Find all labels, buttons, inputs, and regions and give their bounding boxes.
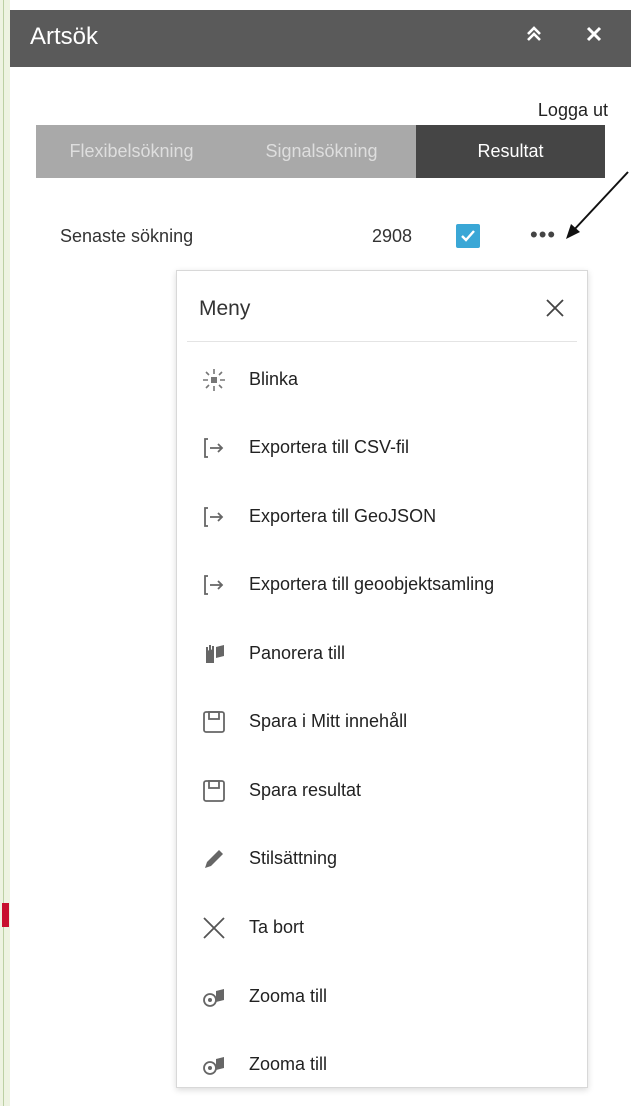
- menu-item-spara-mitt-innehall[interactable]: Spara i Mitt innehåll: [177, 697, 587, 747]
- zoom-to-icon: [199, 1050, 229, 1080]
- menu-item-label: Panorera till: [249, 643, 346, 663]
- menu-item-label: Spara i Mitt innehåll: [249, 711, 408, 731]
- menu-item-export-geoobjektsamling[interactable]: Exportera till geoobjektsamling: [177, 560, 587, 610]
- save-icon: [199, 707, 229, 737]
- menu-item-zooma-till-2[interactable]: Zooma till: [177, 1040, 587, 1090]
- save-icon: [199, 776, 229, 806]
- menu-item-spara-resultat[interactable]: Spara resultat: [177, 766, 587, 816]
- double-chevron-up-icon[interactable]: [524, 23, 544, 49]
- menu-divider: [187, 341, 577, 342]
- menu-item-label: Zooma till: [249, 1054, 328, 1074]
- tab-flexibelsokning[interactable]: Flexibelsökning: [36, 125, 227, 178]
- close-icon[interactable]: [584, 20, 604, 51]
- visibility-checkbox[interactable]: [456, 224, 480, 248]
- menu-item-label: Exportera till GeoJSON: [249, 506, 437, 526]
- menu-item-panorera[interactable]: Panorera till: [177, 629, 587, 679]
- delete-icon: [199, 913, 229, 943]
- menu-item-stilsattning[interactable]: Stilsättning: [177, 834, 587, 884]
- menu-title: Meny: [199, 297, 251, 320]
- widget-title: Artsök: [30, 23, 99, 50]
- menu-header: Meny: [177, 271, 587, 341]
- pan-icon: [199, 639, 229, 669]
- tab-bar: Flexibelsökning Signalsökning Resultat: [36, 125, 605, 178]
- menu-item-zooma-till[interactable]: Zooma till: [177, 972, 587, 1022]
- map-road-line: [3, 0, 4, 1106]
- tab-resultat[interactable]: Resultat: [416, 125, 605, 178]
- close-icon[interactable]: [544, 297, 566, 324]
- pencil-icon: [199, 844, 229, 874]
- menu-item-label: Exportera till CSV-fil: [249, 437, 410, 457]
- checkmark-icon: [461, 230, 475, 242]
- menu-item-label: Stilsättning: [249, 848, 338, 868]
- export-icon: [199, 502, 229, 532]
- menu-item-ta-bort[interactable]: Ta bort: [177, 903, 587, 953]
- menu-item-label: Blinka: [249, 369, 299, 389]
- more-options-button[interactable]: •••: [530, 222, 556, 248]
- map-red-marker: [2, 903, 9, 927]
- flash-icon: [199, 365, 229, 395]
- map-background-edge: [0, 0, 10, 1106]
- menu-item-label: Exportera till geoobjektsamling: [249, 574, 495, 594]
- menu-panel: Meny Blinka Exportera till CSV-fil Expor…: [176, 270, 588, 1088]
- menu-item-blinka[interactable]: Blinka: [177, 355, 587, 405]
- menu-item-export-csv[interactable]: Exportera till CSV-fil: [177, 423, 587, 473]
- tab-signalsokning[interactable]: Signalsökning: [227, 125, 416, 178]
- menu-item-export-geojson[interactable]: Exportera till GeoJSON: [177, 492, 587, 542]
- logout-link[interactable]: Logga ut: [538, 100, 608, 121]
- result-count: 2908: [372, 226, 413, 246]
- widget-header: Artsök: [10, 10, 631, 67]
- result-label: Senaste sökning: [60, 226, 194, 246]
- menu-item-label: Spara resultat: [249, 780, 362, 800]
- menu-item-label: Ta bort: [249, 917, 305, 937]
- result-row: Senaste sökning 2908 •••: [60, 222, 580, 252]
- menu-item-label: Zooma till: [249, 986, 328, 1006]
- zoom-to-icon: [199, 982, 229, 1012]
- export-icon: [199, 433, 229, 463]
- export-icon: [199, 570, 229, 600]
